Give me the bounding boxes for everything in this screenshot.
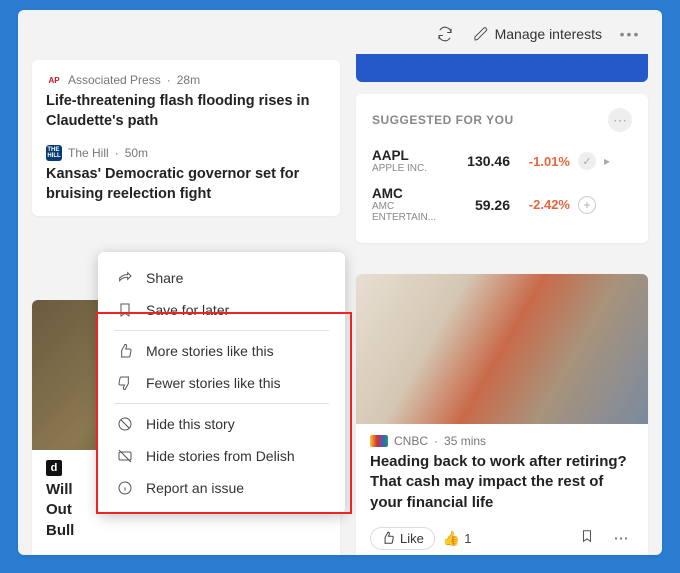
chevron-right-icon[interactable]: ▸ bbox=[604, 154, 610, 168]
stock-change: -2.42% bbox=[518, 197, 570, 212]
refresh-icon[interactable] bbox=[431, 20, 459, 48]
story-headline: Heading back to work after retiring? Tha… bbox=[370, 452, 634, 513]
reaction-count: 👍 1 bbox=[443, 530, 472, 547]
story-time: 28m bbox=[177, 73, 200, 87]
manage-interests-button[interactable]: Manage interests bbox=[473, 26, 602, 42]
source-name: CNBC bbox=[394, 434, 428, 448]
story-headline: Life-threatening flash flooding rises in… bbox=[46, 92, 326, 131]
story-headline: Kansas' Democratic governor set for brui… bbox=[46, 165, 326, 204]
check-icon[interactable]: ✓ bbox=[578, 152, 596, 170]
more-icon[interactable]: ••• bbox=[616, 20, 644, 48]
story-time: 50m bbox=[125, 146, 148, 160]
stock-price: 130.46 bbox=[454, 153, 510, 169]
ctx-hide-source[interactable]: Hide stories from Delish bbox=[98, 440, 345, 472]
block-icon bbox=[116, 416, 134, 432]
info-icon bbox=[116, 480, 134, 496]
thumb-emoji-icon: 👍 bbox=[443, 530, 460, 547]
stock-symbol: AAPL bbox=[372, 148, 446, 163]
stock-row[interactable]: AMC AMC ENTERTAIN... 59.26 -2.42% + ▸ bbox=[372, 180, 632, 229]
story-time: 35 mins bbox=[444, 434, 486, 448]
separator bbox=[114, 403, 329, 404]
cnbc-logo-icon bbox=[370, 435, 388, 447]
story-source: CNBC · 35 mins bbox=[370, 434, 634, 448]
hide-source-icon bbox=[116, 448, 134, 464]
stock-price: 59.26 bbox=[454, 197, 510, 213]
thumbs-up-icon bbox=[116, 343, 134, 359]
ctx-fewer-like-this[interactable]: Fewer stories like this bbox=[98, 367, 345, 399]
news-panel: Manage interests ••• AP Associated Press… bbox=[18, 10, 662, 555]
card-more-icon[interactable]: ⋯ bbox=[608, 529, 634, 547]
topbar: Manage interests ••• bbox=[18, 10, 662, 58]
stock-company: APPLE INC. bbox=[372, 163, 446, 174]
story-source: AP Associated Press · 28m bbox=[46, 72, 326, 88]
context-menu: Share Save for later More stories like t… bbox=[98, 252, 345, 514]
news-story[interactable]: THEHILL The Hill · 50m Kansas' Democrati… bbox=[46, 145, 326, 204]
article-card[interactable]: CNBC · 35 mins Heading back to work afte… bbox=[356, 274, 648, 555]
news-story[interactable]: AP Associated Press · 28m Life-threateni… bbox=[46, 72, 326, 131]
pencil-icon bbox=[473, 26, 489, 42]
ctx-report[interactable]: Report an issue bbox=[98, 472, 345, 504]
stock-row[interactable]: AAPL APPLE INC. 130.46 -1.01% ✓ ▸ bbox=[372, 142, 632, 180]
manage-interests-label: Manage interests bbox=[495, 26, 602, 42]
news-card: AP Associated Press · 28m Life-threateni… bbox=[32, 60, 340, 216]
bookmark-icon[interactable] bbox=[574, 529, 600, 547]
ctx-share[interactable]: Share bbox=[98, 262, 345, 294]
article-image bbox=[356, 274, 648, 424]
delish-logo-icon: d bbox=[46, 460, 62, 476]
thumbs-up-icon bbox=[381, 531, 395, 545]
ap-logo-icon: AP bbox=[46, 72, 62, 88]
bookmark-icon bbox=[116, 302, 134, 318]
add-icon[interactable]: + bbox=[578, 196, 596, 214]
blue-banner bbox=[356, 54, 648, 82]
stock-symbol: AMC bbox=[372, 186, 446, 201]
stock-change: -1.01% bbox=[518, 154, 570, 169]
source-name: The Hill bbox=[68, 146, 109, 160]
suggested-card: SUGGESTED FOR YOU ⋯ AAPL APPLE INC. 130.… bbox=[356, 94, 648, 243]
stock-company: AMC ENTERTAIN... bbox=[372, 201, 446, 223]
thehill-logo-icon: THEHILL bbox=[46, 145, 62, 161]
like-button[interactable]: Like bbox=[370, 527, 435, 550]
ctx-save[interactable]: Save for later bbox=[98, 294, 345, 326]
ctx-more-like-this[interactable]: More stories like this bbox=[98, 335, 345, 367]
suggested-more-icon[interactable]: ⋯ bbox=[608, 108, 632, 132]
share-icon bbox=[116, 270, 134, 286]
refresh-icon-svg bbox=[436, 25, 454, 43]
like-label: Like bbox=[400, 531, 424, 546]
suggested-title: SUGGESTED FOR YOU bbox=[372, 113, 514, 127]
thumbs-down-icon bbox=[116, 375, 134, 391]
source-name: Associated Press bbox=[68, 73, 161, 87]
ctx-hide-story[interactable]: Hide this story bbox=[98, 408, 345, 440]
story-source: THEHILL The Hill · 50m bbox=[46, 145, 326, 161]
separator bbox=[114, 330, 329, 331]
